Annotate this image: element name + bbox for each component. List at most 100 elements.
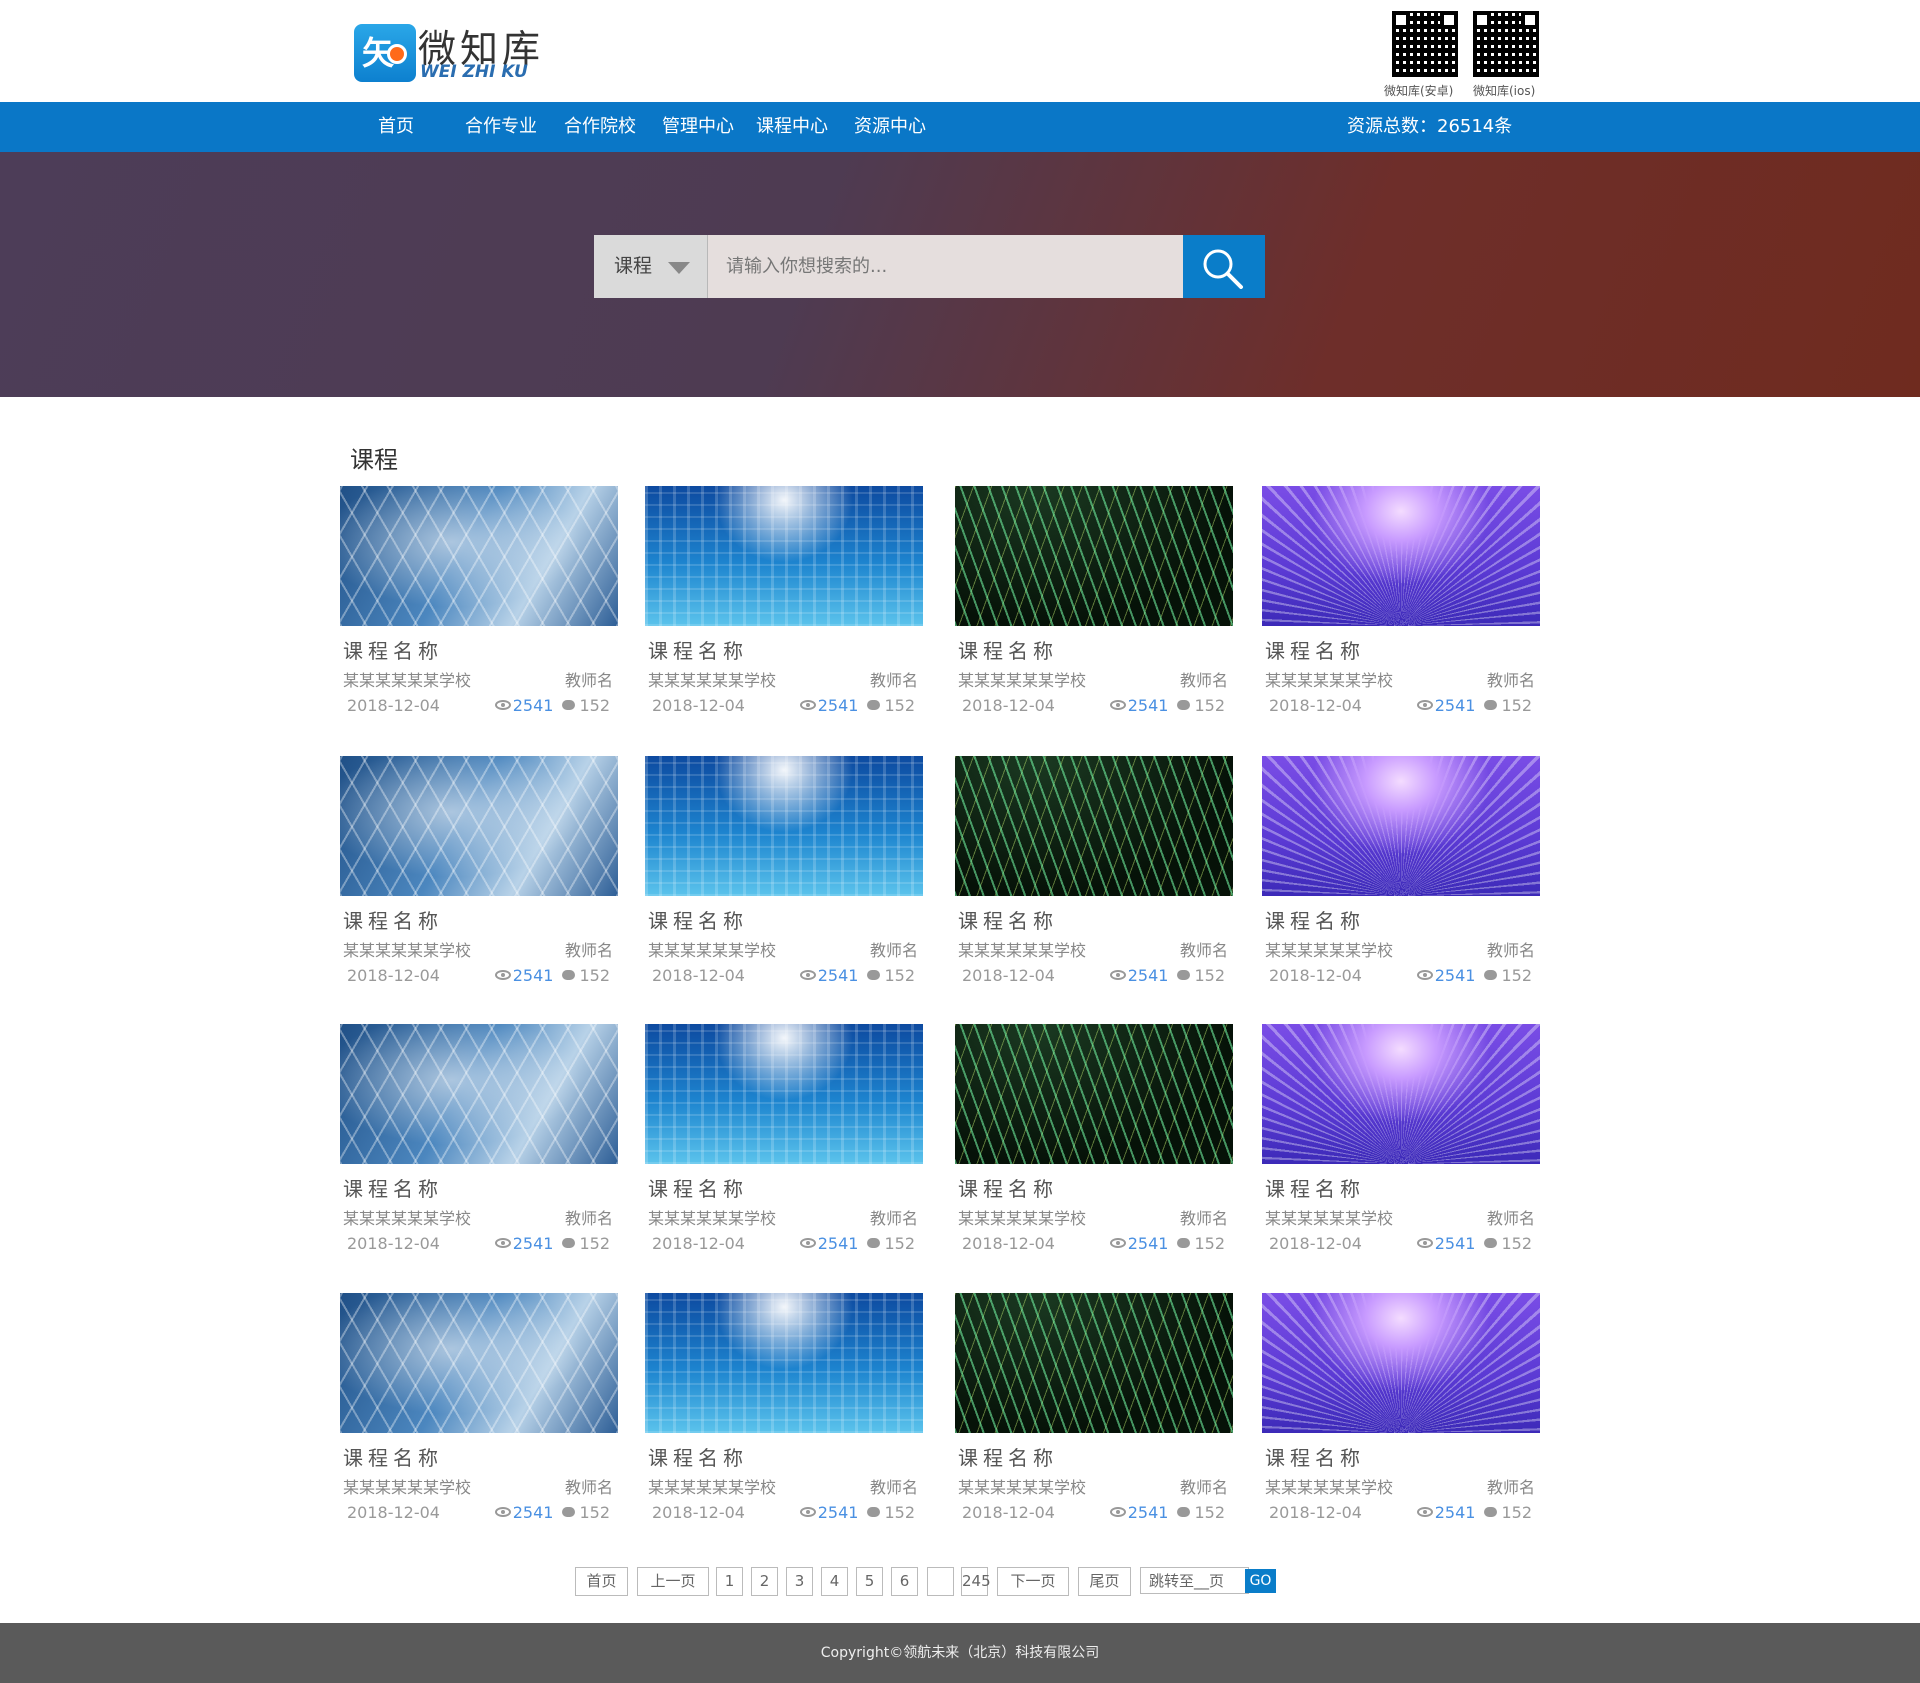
course-card[interactable]: 课程名称 某某某某某某学校 教师名 2018-12-04 2541 152 [645,1293,923,1533]
page-button-6[interactable]: 6 [891,1567,918,1596]
site-logo[interactable]: 矢 [354,24,416,82]
course-name[interactable]: 课程名称 [648,1173,748,1202]
course-thumbnail[interactable] [1262,1024,1540,1164]
page-button-5[interactable]: 5 [856,1567,883,1596]
page-jump-input[interactable]: 跳转至__页 [1140,1567,1249,1594]
course-card[interactable]: 课程名称 某某某某某某学校 教师名 2018-12-04 2541 152 [645,486,923,726]
course-thumbnail[interactable] [955,1024,1233,1164]
course-stats: 2541 152 [494,1234,610,1253]
course-card[interactable]: 课程名称 某某某某某某学校 教师名 2018-12-04 2541 152 [1262,1293,1540,1533]
course-thumbnail[interactable] [1262,1293,1540,1433]
course-school: 某某某某某某学校 [958,1209,1087,1228]
course-thumbnail[interactable] [645,756,923,896]
course-name[interactable]: 课程名称 [1265,1442,1365,1471]
course-stats: 2541 152 [1416,966,1532,985]
course-thumbnail[interactable] [340,486,618,626]
course-name[interactable]: 课程名称 [648,635,748,664]
course-card[interactable]: 课程名称 某某某某某某学校 教师名 2018-12-04 2541 152 [645,756,923,996]
course-date: 2018-12-04 [1269,696,1362,715]
course-name[interactable]: 课程名称 [958,905,1058,934]
course-name[interactable]: 课程名称 [958,1173,1058,1202]
qr-code-ios-icon [1470,8,1542,80]
page-first-button[interactable]: 首页 [575,1567,628,1596]
eye-icon [799,1507,816,1517]
course-comments: 152 [1501,696,1532,715]
course-stats: 2541 152 [799,1234,915,1253]
course-card[interactable]: 课程名称 某某某某某某学校 教师名 2018-12-04 2541 152 [645,1024,923,1264]
course-thumbnail[interactable] [645,1024,923,1164]
course-comments: 152 [1501,966,1532,985]
course-name[interactable]: 课程名称 [343,905,443,934]
course-thumbnail[interactable] [645,1293,923,1433]
course-teacher: 教师名 [564,671,613,690]
course-school: 某某某某某某学校 [648,1478,777,1497]
page-button-last-number[interactable]: 245 [961,1567,991,1596]
nav-majors[interactable]: 合作专业 [465,102,537,152]
course-thumbnail[interactable] [645,486,923,626]
course-name[interactable]: 课程名称 [1265,635,1365,664]
page-ellipsis-button[interactable] [927,1567,954,1596]
page-button-3[interactable]: 3 [786,1567,813,1596]
course-card[interactable]: 课程名称 某某某某某某学校 教师名 2018-12-04 2541 152 [955,1293,1233,1533]
qr-ios-label: 微知库(ios) [1473,84,1536,98]
course-date: 2018-12-04 [652,1234,745,1253]
course-teacher: 教师名 [1179,1209,1228,1228]
course-thumbnail[interactable] [1262,486,1540,626]
course-card[interactable]: 课程名称 某某某某某某学校 教师名 2018-12-04 2541 152 [955,1024,1233,1264]
course-card[interactable]: 课程名称 某某某某某某学校 教师名 2018-12-04 2541 152 [1262,486,1540,726]
nav-home[interactable]: 首页 [378,102,414,152]
comment-icon [1177,1507,1191,1517]
course-name[interactable]: 课程名称 [343,1173,443,1202]
course-stats: 2541 152 [799,696,915,715]
course-card[interactable]: 课程名称 某某某某某某学校 教师名 2018-12-04 2541 152 [340,1293,618,1533]
search-button[interactable] [1183,235,1265,298]
course-comments: 152 [1501,1503,1532,1522]
search-input[interactable] [708,235,1183,298]
nav-courses[interactable]: 课程中心 [756,102,828,152]
course-thumbnail[interactable] [955,1293,1233,1433]
course-name[interactable]: 课程名称 [958,635,1058,664]
course-thumbnail[interactable] [1262,756,1540,896]
course-card[interactable]: 课程名称 某某某某某某学校 教师名 2018-12-04 2541 152 [955,756,1233,996]
course-name[interactable]: 课程名称 [343,635,443,664]
course-card[interactable]: 课程名称 某某某某某某学校 教师名 2018-12-04 2541 152 [955,486,1233,726]
course-views: 2541 [512,1234,554,1253]
page-next-button[interactable]: 下一页 [997,1567,1069,1596]
course-date: 2018-12-04 [347,966,440,985]
course-card[interactable]: 课程名称 某某某某某某学校 教师名 2018-12-04 2541 152 [340,486,618,726]
course-name[interactable]: 课程名称 [343,1442,443,1471]
course-card[interactable]: 课程名称 某某某某某某学校 教师名 2018-12-04 2541 152 [340,756,618,996]
nav-schools[interactable]: 合作院校 [564,102,636,152]
page-button-4[interactable]: 4 [821,1567,848,1596]
course-name[interactable]: 课程名称 [958,1442,1058,1471]
course-name[interactable]: 课程名称 [1265,1173,1365,1202]
course-card[interactable]: 课程名称 某某某某某某学校 教师名 2018-12-04 2541 152 [1262,756,1540,996]
comment-icon [1484,1507,1498,1517]
course-thumbnail[interactable] [955,486,1233,626]
page-button-2[interactable]: 2 [751,1567,778,1596]
comment-icon [1484,1238,1498,1248]
search-category-select[interactable]: 课程 [594,235,708,298]
course-comments: 152 [884,696,915,715]
search-icon [1203,249,1243,289]
nav-resources[interactable]: 资源中心 [854,102,926,152]
page-prev-button[interactable]: 上一页 [637,1567,709,1596]
nav-management[interactable]: 管理中心 [662,102,734,152]
course-thumbnail[interactable] [340,756,618,896]
course-thumbnail[interactable] [340,1024,618,1164]
course-date: 2018-12-04 [962,966,1055,985]
course-card[interactable]: 课程名称 某某某某某某学校 教师名 2018-12-04 2541 152 [1262,1024,1540,1264]
main-nav: 首页 合作专业 合作院校 管理中心 课程中心 资源中心 资源总数：26514条 [0,102,1920,152]
course-views: 2541 [817,966,859,985]
course-name[interactable]: 课程名称 [648,905,748,934]
eye-icon [494,1507,511,1517]
page-last-button[interactable]: 尾页 [1078,1567,1131,1596]
page-go-button[interactable]: GO [1245,1569,1276,1593]
course-thumbnail[interactable] [955,756,1233,896]
page-button-1[interactable]: 1 [716,1567,743,1596]
course-card[interactable]: 课程名称 某某某某某某学校 教师名 2018-12-04 2541 152 [340,1024,618,1264]
course-school: 某某某某某某学校 [1265,671,1394,690]
course-name[interactable]: 课程名称 [1265,905,1365,934]
course-name[interactable]: 课程名称 [648,1442,748,1471]
course-thumbnail[interactable] [340,1293,618,1433]
